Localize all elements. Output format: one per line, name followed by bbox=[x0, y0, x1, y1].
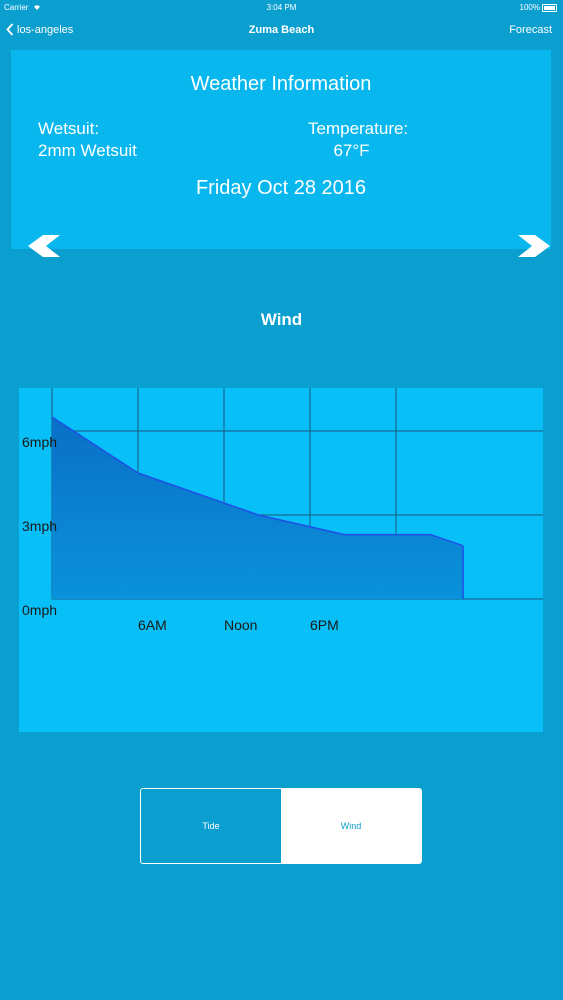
wind-area bbox=[52, 417, 464, 599]
x-tick-label: 6PM bbox=[310, 617, 339, 633]
back-button[interactable]: los-angeles bbox=[6, 23, 73, 36]
x-tick-label: Noon bbox=[224, 617, 257, 633]
segment-wind[interactable]: Wind bbox=[281, 789, 421, 863]
temperature-label: Temperature: bbox=[308, 119, 409, 138]
chart-type-segmented-control[interactable]: Tide Wind bbox=[140, 788, 422, 864]
back-button-label: los-angeles bbox=[17, 23, 74, 36]
chevron-right-icon bbox=[518, 235, 550, 257]
chevron-left-icon bbox=[6, 23, 14, 36]
battery-status: 100% bbox=[520, 3, 557, 12]
wind-chart: 0mph 3mph 6mph 6AM Noon 6PM bbox=[19, 388, 543, 732]
segment-tide[interactable]: Tide bbox=[141, 789, 281, 863]
navigation-bar: los-angeles Zuma Beach Forecast bbox=[0, 18, 563, 44]
section-title: Wind bbox=[260, 310, 303, 329]
y-tick-label: 3mph bbox=[22, 518, 57, 534]
weather-info-card: Weather Information Wetsuit: 2mm Wetsuit… bbox=[11, 50, 551, 249]
wetsuit-value: 2mm Wetsuit bbox=[38, 141, 137, 160]
x-tick-label: 6AM bbox=[138, 617, 167, 633]
weather-info-title: Weather Information bbox=[190, 73, 372, 95]
y-tick-label: 0mph bbox=[22, 602, 57, 618]
y-tick-label: 6mph bbox=[22, 434, 57, 450]
chevron-left-icon bbox=[28, 235, 60, 257]
battery-percent: 100% bbox=[519, 3, 540, 12]
previous-day-button[interactable] bbox=[26, 233, 62, 259]
wetsuit-label: Wetsuit: bbox=[38, 119, 100, 138]
next-day-button[interactable] bbox=[516, 233, 552, 259]
forecast-button[interactable]: Forecast bbox=[509, 24, 552, 36]
status-bar: Carrier 3:04 PM 100% bbox=[0, 0, 563, 14]
temperature-value: 67°F bbox=[333, 141, 370, 160]
nav-title: Zuma Beach bbox=[248, 24, 315, 36]
battery-icon bbox=[542, 3, 557, 12]
wind-chart-svg: 0mph 3mph 6mph 6AM Noon 6PM bbox=[22, 388, 543, 633]
status-time: 3:04 PM bbox=[266, 3, 297, 12]
forecast-date: Friday Oct 28 2016 bbox=[195, 177, 367, 199]
